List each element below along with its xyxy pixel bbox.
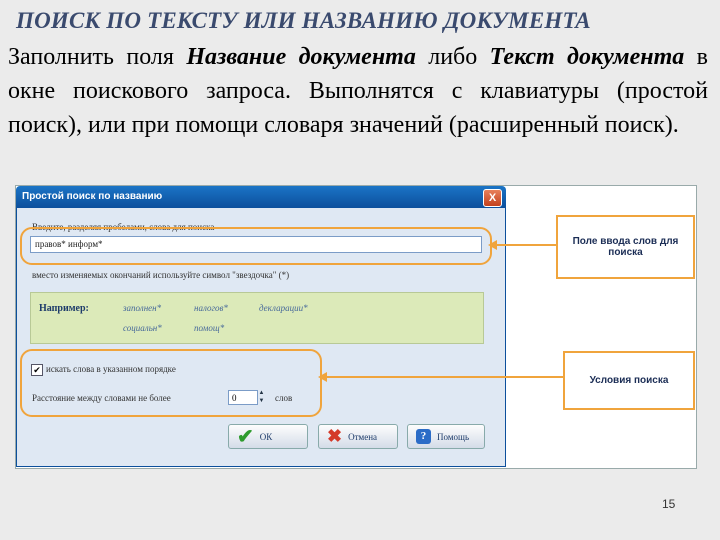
input-callout: Поле ввода слов для поиска [556,215,695,279]
page-number: 15 [662,497,676,511]
conditions-callout: Условия поиска [563,351,695,410]
